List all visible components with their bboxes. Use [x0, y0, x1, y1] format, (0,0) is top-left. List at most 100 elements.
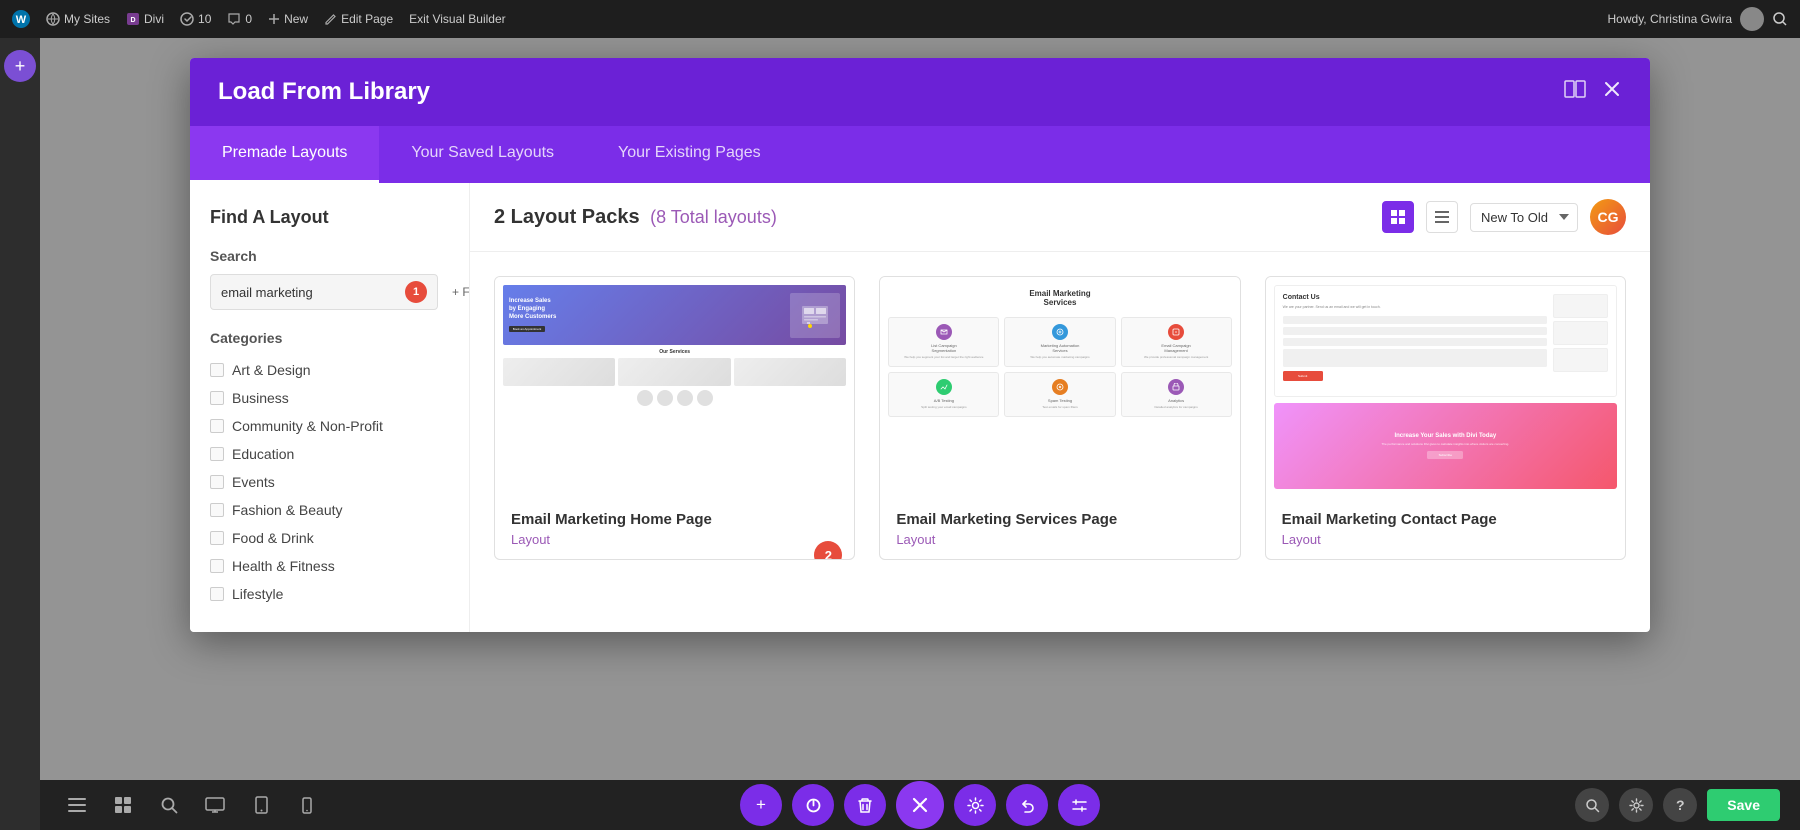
category-label-events: Events: [232, 474, 275, 490]
modal-header-actions: [1564, 78, 1622, 106]
category-checkbox-fashion[interactable]: [210, 503, 224, 517]
card-preview-home: Increase Salesby EngagingMore Customers …: [495, 277, 854, 497]
search-icon-btn[interactable]: [152, 788, 186, 822]
category-checkbox-community[interactable]: [210, 419, 224, 433]
category-label-art: Art & Design: [232, 362, 311, 378]
card-services[interactable]: Email MarketingServices List CampaignSeg…: [879, 276, 1240, 560]
exit-builder-btn[interactable]: Exit Visual Builder: [409, 12, 506, 26]
my-sites-menu[interactable]: My Sites: [46, 12, 110, 26]
category-checkbox-events[interactable]: [210, 475, 224, 489]
card-title-home: Email Marketing Home Page: [511, 511, 838, 528]
card-contact[interactable]: Contact Us We are your partner. Send us …: [1265, 276, 1626, 560]
search-row: 1 + Filter: [210, 274, 449, 310]
category-label-fashion: Fashion & Beauty: [232, 502, 343, 518]
card-type-contact: Layout: [1282, 532, 1609, 547]
menu-icon-btn[interactable]: [60, 788, 94, 822]
comments-menu[interactable]: 0: [227, 12, 252, 26]
layout-packs-heading: 2 Layout Packs (8 Total layouts): [494, 206, 777, 229]
edit-page-btn[interactable]: Edit Page: [324, 12, 393, 26]
search-input[interactable]: [221, 285, 397, 300]
search-bottom-btn[interactable]: [1575, 788, 1609, 822]
tablet-icon-btn[interactable]: [244, 788, 278, 822]
sidebar: Find A Layout Search 1 + Filter Categori…: [190, 183, 470, 632]
category-item-lifestyle[interactable]: Lifestyle: [210, 580, 449, 608]
close-icon[interactable]: [1602, 79, 1622, 105]
toolbar-right: New To Old Old To New A-Z Z-A CG: [1382, 199, 1626, 235]
split-view-icon[interactable]: [1564, 78, 1586, 106]
close-btn[interactable]: [896, 781, 944, 829]
search-input-wrapper[interactable]: 1: [210, 274, 438, 310]
card-home[interactable]: Increase Salesby EngagingMore Customers …: [494, 276, 855, 560]
grid-view-button[interactable]: [1382, 201, 1414, 233]
load-from-library-modal: Load From Library Premade Layouts Your S…: [190, 58, 1650, 632]
trash-btn[interactable]: [844, 784, 886, 826]
category-item-health[interactable]: Health & Fitness: [210, 552, 449, 580]
grid-icon-btn[interactable]: [106, 788, 140, 822]
category-checkbox-lifestyle[interactable]: [210, 587, 224, 601]
layout-packs-title: 2 Layout Packs: [494, 206, 640, 228]
category-checkbox-education[interactable]: [210, 447, 224, 461]
category-label-lifestyle: Lifestyle: [232, 586, 283, 602]
left-toolbar: +: [0, 38, 40, 830]
search-badge: 1: [405, 281, 427, 303]
card-info-home: Email Marketing Home Page Layout: [495, 497, 854, 559]
card-preview-services: Email MarketingServices List CampaignSeg…: [880, 277, 1239, 497]
help-bottom-btn[interactable]: ?: [1663, 788, 1697, 822]
admin-bar-right: Howdy, Christina Gwira: [1608, 7, 1788, 31]
card-info-contact: Email Marketing Contact Page Layout: [1266, 497, 1625, 559]
category-checkbox-food[interactable]: [210, 531, 224, 545]
category-item-fashion[interactable]: Fashion & Beauty: [210, 496, 449, 524]
tab-saved-layouts[interactable]: Your Saved Layouts: [379, 126, 586, 183]
card-title-contact: Email Marketing Contact Page: [1282, 511, 1609, 528]
category-item-education[interactable]: Education: [210, 440, 449, 468]
category-item-community[interactable]: Community & Non-Profit: [210, 412, 449, 440]
bottom-center-tools: +: [740, 781, 1100, 829]
category-item-food[interactable]: Food & Drink: [210, 524, 449, 552]
category-item-art[interactable]: Art & Design: [210, 356, 449, 384]
card-title-services: Email Marketing Services Page: [896, 511, 1223, 528]
add-section-button[interactable]: +: [4, 50, 36, 82]
power-btn[interactable]: [792, 784, 834, 826]
undo-btn[interactable]: [1006, 784, 1048, 826]
save-button[interactable]: Save: [1707, 789, 1780, 821]
sort-select[interactable]: New To Old Old To New A-Z Z-A: [1470, 203, 1578, 232]
add-content-btn[interactable]: +: [740, 784, 782, 826]
category-checkbox-business[interactable]: [210, 391, 224, 405]
admin-avatar[interactable]: [1740, 7, 1764, 31]
category-label-health: Health & Fitness: [232, 558, 335, 574]
filter-button[interactable]: + Filter: [446, 281, 470, 303]
card-info-services: Email Marketing Services Page Layout: [880, 497, 1239, 559]
category-label-business: Business: [232, 390, 289, 406]
category-checkbox-health[interactable]: [210, 559, 224, 573]
category-item-business[interactable]: Business: [210, 384, 449, 412]
mobile-icon-btn[interactable]: [290, 788, 324, 822]
card-preview-contact: Contact Us We are your partner. Send us …: [1266, 277, 1625, 497]
category-checkbox-art[interactable]: [210, 363, 224, 377]
modal-overlay: Load From Library Premade Layouts Your S…: [40, 38, 1800, 780]
cards-grid: Increase Salesby EngagingMore Customers …: [470, 252, 1650, 632]
list-view-button[interactable]: [1426, 201, 1458, 233]
tab-existing-pages[interactable]: Your Existing Pages: [586, 126, 793, 183]
user-avatar[interactable]: CG: [1590, 199, 1626, 235]
modal-body: Find A Layout Search 1 + Filter Categori…: [190, 183, 1650, 632]
tab-premade-layouts[interactable]: Premade Layouts: [190, 126, 379, 183]
svg-text:D: D: [130, 17, 135, 24]
bottom-toolbar: + ? Save: [40, 780, 1800, 830]
divi-menu[interactable]: D Divi: [126, 12, 164, 26]
wp-icon[interactable]: W: [12, 10, 30, 28]
search-label: Search: [210, 248, 449, 264]
search-icon-top[interactable]: [1772, 11, 1788, 27]
category-item-events[interactable]: Events: [210, 468, 449, 496]
modal-tabs: Premade Layouts Your Saved Layouts Your …: [190, 126, 1650, 183]
desktop-icon-btn[interactable]: [198, 788, 232, 822]
card-type-services: Layout: [896, 532, 1223, 547]
new-menu[interactable]: New: [268, 12, 308, 26]
card-type-home: Layout: [511, 532, 838, 547]
categories-title: Categories: [210, 330, 449, 346]
updates-menu[interactable]: 10: [180, 12, 211, 26]
contact-preview-title: Contact Us: [1283, 294, 1547, 301]
adjust-btn[interactable]: [1058, 784, 1100, 826]
settings-bottom-btn[interactable]: [1619, 788, 1653, 822]
settings-btn[interactable]: [954, 784, 996, 826]
bottom-left-tools: [60, 788, 324, 822]
